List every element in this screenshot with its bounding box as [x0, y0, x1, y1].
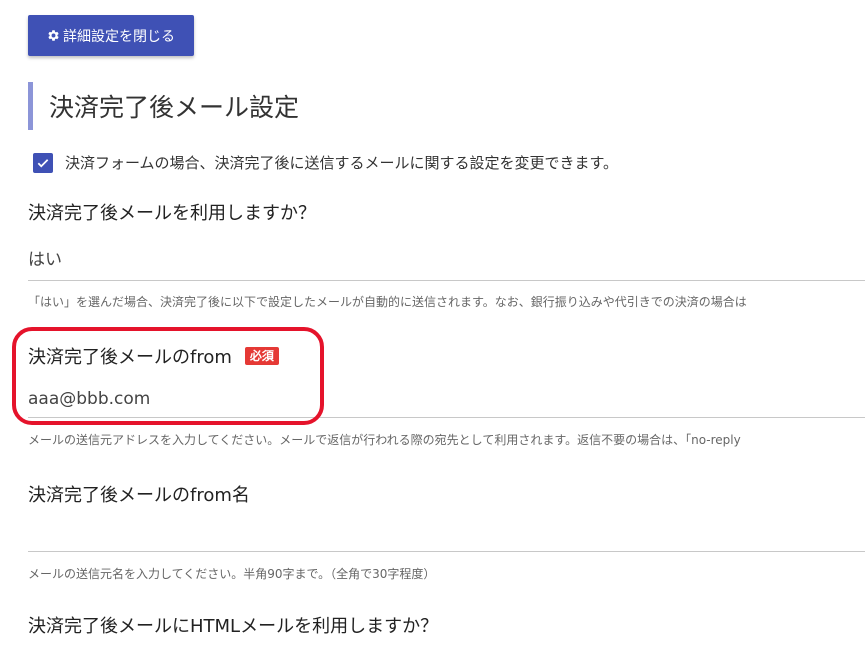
close-advanced-settings-button[interactable]: 詳細設定を閉じる [28, 15, 194, 56]
close-button-label: 詳細設定を閉じる [63, 28, 175, 45]
from-helper: メールの送信元アドレスを入力してください。メールで返信が行われる際の宛先として利… [28, 433, 741, 447]
from-label-text: 決済完了後メールのfrom [28, 347, 232, 368]
from-name-helper: メールの送信元名を入力してください。半角90字まで。（全角で30字程度） [28, 567, 436, 581]
from-label: 決済完了後メールのfrom 必須 [28, 343, 279, 369]
use-html-label: 決済完了後メールにHTMLメールを利用しますか？ [28, 616, 439, 637]
use-mail-underline [28, 280, 865, 281]
required-badge: 必須 [244, 347, 279, 365]
from-input[interactable]: aaa@bbb.com [28, 389, 150, 409]
info-text: 決済フォームの場合、決済完了後に送信するメールに関する設定を変更できます。 [65, 154, 619, 172]
from-underline [28, 417, 865, 418]
use-mail-helper: 「はい」を選んだ場合、決済完了後に以下で設定したメールが自動的に送信されます。な… [28, 295, 747, 309]
section-title: 決済完了後メール設定 [28, 82, 848, 130]
from-name-input[interactable] [28, 520, 848, 544]
check-icon [33, 152, 53, 173]
highlight-annotation [12, 327, 324, 425]
from-name-label: 決済完了後メールのfrom名 [28, 485, 250, 506]
use-mail-select[interactable]: はい [28, 245, 62, 270]
gear-icon [47, 29, 60, 42]
info-row: 決済フォームの場合、決済完了後に送信するメールに関する設定を変更できます。 [33, 152, 618, 173]
use-mail-label: 決済完了後メールを利用しますか？ [28, 203, 316, 224]
from-name-underline [28, 551, 865, 552]
